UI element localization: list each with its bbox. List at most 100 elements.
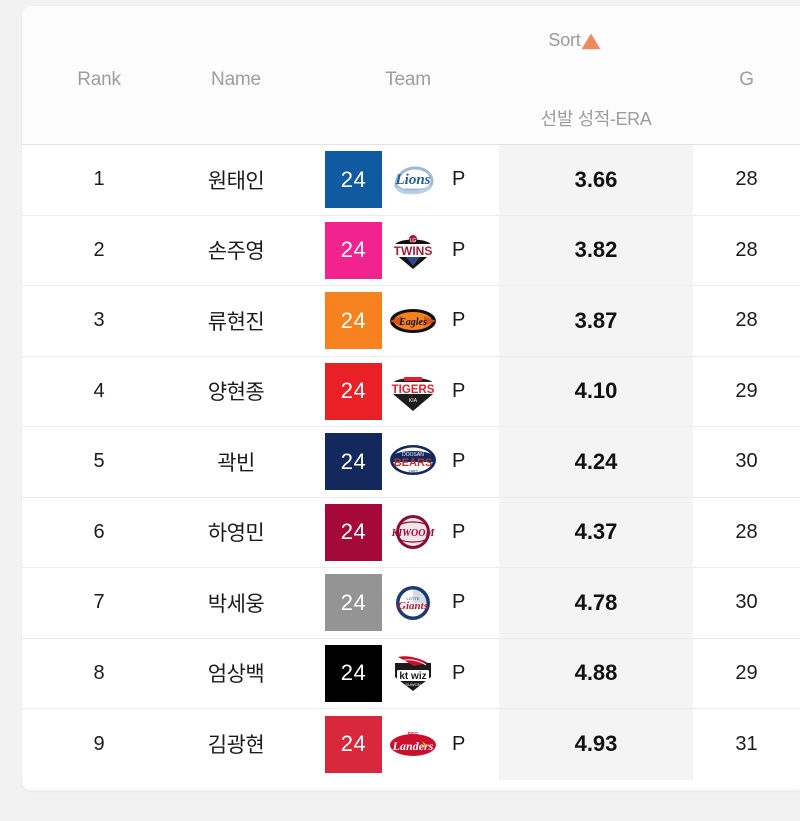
column-header-era[interactable]: 선발 성적-ERA — [499, 105, 693, 131]
cell-player-name[interactable]: 양현종 — [155, 357, 317, 427]
cell-era: 3.82 — [499, 215, 693, 285]
cell-position: P — [452, 661, 466, 684]
cell-era: 4.10 — [499, 356, 693, 426]
cell-position: P — [452, 591, 466, 614]
tigers-logo-icon: TIGERS KIA — [388, 370, 438, 412]
jersey-number-badge: 24 — [325, 715, 382, 773]
cell-player-name[interactable]: 곽빈 — [155, 427, 317, 497]
column-header-team[interactable]: Team — [318, 69, 498, 91]
cell-team[interactable]: 24 SSG Landers P — [318, 709, 499, 780]
cell-games: 30 — [735, 450, 758, 473]
table-row[interactable]: 4 양현종 24 TIGERS KIA P 4.10 29 — [22, 356, 800, 427]
column-header-name[interactable]: Name — [155, 69, 317, 91]
giants-logo-icon: LOTTE Giants — [388, 582, 438, 624]
cell-position: P — [452, 450, 466, 473]
svg-text:Lions: Lions — [394, 172, 430, 188]
svg-text:Giants: Giants — [398, 600, 428, 612]
cell-rank: 1 — [93, 168, 105, 191]
jersey-number-badge: 24 — [325, 151, 382, 209]
svg-text:kt wiz: kt wiz — [399, 671, 426, 682]
page-background: Sort Rank Name Team G 선발 성적-ERA 1 원태인 24… — [0, 0, 800, 821]
cell-team[interactable]: 24 TIGERS KIA P — [318, 357, 499, 427]
cell-player-name[interactable]: 손주영 — [155, 216, 317, 286]
svg-text:TWINS: TWINS — [394, 244, 433, 258]
cell-games: 28 — [735, 168, 758, 191]
svg-text:BEARS: BEARS — [394, 457, 433, 469]
jersey-number-badge: 24 — [325, 433, 382, 491]
cell-rank: 6 — [93, 520, 105, 543]
cell-rank: 7 — [93, 591, 105, 614]
stats-table-card: Sort Rank Name Team G 선발 성적-ERA 1 원태인 24… — [22, 6, 800, 791]
cell-team[interactable]: 24 kt wiz SUWON P — [318, 639, 499, 709]
svg-text:KIA: KIA — [409, 398, 418, 404]
table-row[interactable]: 8 엄상백 24 kt wiz SUWON P 4.88 29 — [22, 638, 800, 709]
jersey-number-badge: 24 — [325, 574, 382, 632]
header-row: Rank Name Team G 선발 성적-ERA — [22, 6, 800, 144]
cell-team[interactable]: 24 DOOSAN BEARS 1982 P — [318, 427, 499, 497]
cell-rank: 9 — [93, 732, 105, 755]
table-row[interactable]: 5 곽빈 24 DOOSAN BEARS 1982 P 4.24 30 — [22, 427, 800, 498]
heroes-logo-icon: KIWOOM — [388, 511, 438, 553]
cell-era: 4.93 — [499, 709, 693, 780]
cell-era: 3.66 — [499, 145, 693, 215]
table-row[interactable]: 6 하영민 24 KIWOOM P 4.37 28 — [22, 497, 800, 568]
cell-era: 4.24 — [499, 427, 693, 497]
column-header-rank[interactable]: Rank — [44, 69, 154, 91]
cell-player-name[interactable]: 하영민 — [155, 498, 317, 568]
table-row[interactable]: 3 류현진 24 Eagles P 3.87 28 — [22, 286, 800, 357]
cell-rank: 4 — [93, 379, 105, 402]
jersey-number-badge: 24 — [325, 644, 382, 702]
jersey-number-badge: 24 — [325, 221, 382, 279]
table-row[interactable]: 9 김광현 24 SSG Landers P 4.93 31 — [22, 709, 800, 780]
cell-position: P — [452, 309, 466, 332]
cell-player-name[interactable]: 박세웅 — [155, 568, 317, 638]
cell-team[interactable]: 24 Eagles P — [318, 286, 499, 356]
cell-era: 4.88 — [499, 638, 693, 708]
cell-rank: 8 — [93, 661, 105, 684]
cell-position: P — [452, 168, 466, 191]
table-row[interactable]: 1 원태인 24 Lions P 3.66 28 — [22, 145, 800, 216]
cell-rank: 2 — [93, 238, 105, 261]
cell-player-name[interactable]: 류현진 — [155, 286, 317, 356]
cell-player-name[interactable]: 김광현 — [155, 709, 317, 780]
svg-text:Landers: Landers — [392, 739, 434, 753]
twins-logo-icon: TWINS LG — [388, 229, 438, 271]
bears-logo-icon: DOOSAN BEARS 1982 — [388, 441, 438, 483]
cell-rank: 3 — [93, 309, 105, 332]
jersey-number-badge: 24 — [325, 362, 382, 420]
eagles-logo-icon: Eagles — [388, 300, 438, 342]
cell-team[interactable]: 24 TWINS LG P — [318, 216, 499, 286]
jersey-number-badge: 24 — [325, 292, 382, 350]
cell-games: 30 — [735, 591, 758, 614]
cell-rank: 5 — [93, 450, 105, 473]
cell-position: P — [452, 379, 466, 402]
cell-position: P — [452, 732, 466, 755]
cell-games: 29 — [735, 379, 758, 402]
cell-games: 28 — [735, 309, 758, 332]
cell-era: 4.37 — [499, 497, 693, 567]
cell-position: P — [452, 520, 466, 543]
svg-text:KIWOOM: KIWOOM — [391, 528, 436, 539]
svg-text:1982: 1982 — [408, 469, 419, 474]
jersey-number-badge: 24 — [325, 503, 382, 561]
landers-logo-icon: SSG Landers — [388, 723, 438, 765]
wiz-logo-icon: kt wiz SUWON — [388, 652, 438, 694]
svg-text:SUWON: SUWON — [405, 682, 420, 687]
cell-player-name[interactable]: 엄상백 — [155, 639, 317, 709]
table-body: 1 원태인 24 Lions P 3.66 28 2 손주영 24 TWINS … — [22, 145, 800, 780]
cell-player-name[interactable]: 원태인 — [155, 145, 317, 215]
cell-games: 28 — [735, 238, 758, 261]
column-header-games[interactable]: G — [693, 69, 800, 91]
svg-text:SSG: SSG — [408, 732, 419, 738]
cell-games: 28 — [735, 520, 758, 543]
lions-logo-icon: Lions — [388, 159, 438, 201]
table-row[interactable]: 7 박세웅 24 LOTTE Giants P 4.78 30 — [22, 568, 800, 639]
table-row[interactable]: 2 손주영 24 TWINS LG P 3.82 28 — [22, 215, 800, 286]
cell-team[interactable]: 24 LOTTE Giants P — [318, 568, 499, 638]
svg-text:Eagles: Eagles — [398, 317, 427, 328]
cell-team[interactable]: 24 Lions P — [318, 145, 499, 215]
cell-team[interactable]: 24 KIWOOM P — [318, 498, 499, 568]
card-bottom-edge — [22, 789, 800, 791]
table-header: Sort Rank Name Team G 선발 성적-ERA — [22, 6, 800, 145]
cell-era: 4.78 — [499, 568, 693, 638]
